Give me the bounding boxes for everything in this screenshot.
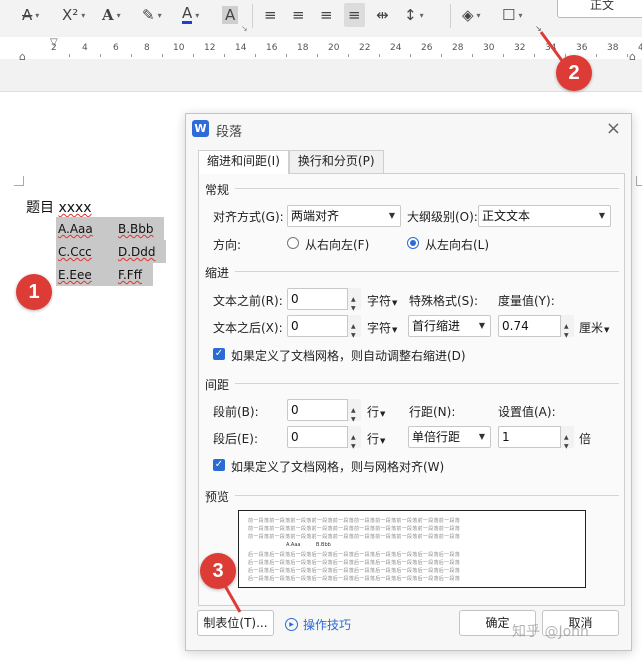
arrow-3-line <box>222 583 242 613</box>
annotation-arrows <box>222 31 565 613</box>
watermark: 知乎 @John <box>512 624 589 640</box>
arrow-2-line <box>539 31 565 63</box>
tab-indent-spacing[interactable]: 缩进和间距(I) <box>198 150 289 174</box>
